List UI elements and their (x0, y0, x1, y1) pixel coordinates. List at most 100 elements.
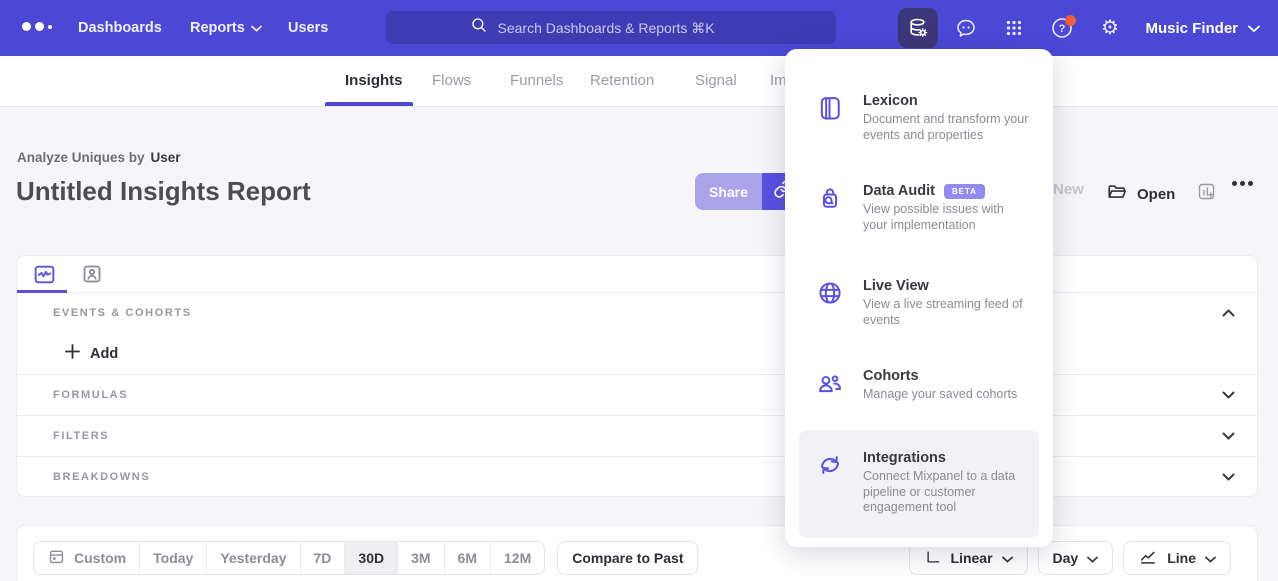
chart-type-selector[interactable]: Line (1123, 541, 1231, 575)
events-cohorts-section[interactable]: EVENTS & COHORTS (17, 293, 1257, 333)
folder-open-icon (1106, 181, 1128, 207)
range-6m[interactable]: 6M (445, 542, 491, 574)
range-custom-label: Custom (74, 550, 126, 566)
tab-retention[interactable]: Retention (590, 56, 654, 106)
add-event-button[interactable]: Add (17, 333, 1257, 374)
data-management-button[interactable] (898, 8, 938, 48)
compare-label: Compare to Past (572, 550, 683, 566)
project-selector[interactable]: Music Finder (1145, 0, 1260, 56)
live-view-description: View a live streaming feed of events (863, 297, 1029, 328)
range-12m-label: 12M (504, 550, 531, 566)
range-3m[interactable]: 3M (398, 542, 444, 574)
live-view-title: Live View (863, 278, 929, 294)
sync-icon (816, 451, 844, 516)
new-report-button[interactable]: New (1053, 181, 1084, 198)
open-label: Open (1137, 186, 1175, 203)
apps-grid-button[interactable] (994, 8, 1034, 48)
events-cohorts-label: EVENTS & COHORTS (53, 307, 192, 319)
ellipsis-icon (1232, 181, 1253, 186)
tab-insights[interactable]: Insights (345, 56, 403, 106)
compare-to-past-button[interactable]: Compare to Past (557, 541, 698, 575)
menu-item-cohorts[interactable]: Cohorts Manage your saved cohorts (799, 360, 1039, 411)
chart-type-label: Line (1167, 550, 1196, 566)
interval-label: Day (1053, 550, 1079, 566)
add-to-board-button[interactable] (1196, 181, 1217, 206)
lexicon-title: Lexicon (863, 93, 918, 109)
search-icon (470, 16, 488, 39)
chevron-down-icon (1205, 550, 1216, 566)
search-input[interactable] (498, 20, 753, 36)
subtitle-measure[interactable]: User (151, 150, 181, 165)
menu-item-integrations[interactable]: Integrations Connect Mixpanel to a data … (799, 430, 1039, 538)
active-tab-underline (325, 102, 413, 106)
nav-reports-label: Reports (190, 20, 245, 36)
global-search[interactable] (386, 11, 836, 44)
range-custom[interactable]: Custom (34, 542, 140, 574)
mixpanel-logo-icon[interactable] (22, 22, 52, 31)
feedback-button[interactable] (946, 8, 986, 48)
chevron-down-icon (251, 20, 262, 36)
chevron-down-icon[interactable] (1222, 468, 1235, 486)
filters-section[interactable]: FILTERS (17, 415, 1257, 456)
project-name-label: Music Finder (1145, 20, 1238, 37)
menu-item-live-view[interactable]: Live View View a live streaming feed of … (799, 270, 1039, 336)
menu-item-data-audit[interactable]: Data Audit BETA View possible issues wit… (799, 175, 1039, 241)
formulas-section[interactable]: FORMULAS (17, 374, 1257, 415)
breakdowns-section[interactable]: BREAKDOWNS (17, 456, 1257, 497)
interval-selector[interactable]: Day (1038, 541, 1114, 575)
subtitle-prefix: Analyze Uniques by (17, 150, 145, 165)
nav-dashboards-label: Dashboards (78, 20, 162, 36)
events-tab[interactable] (32, 262, 57, 287)
globe-icon (816, 279, 844, 328)
tab-funnels[interactable]: Funnels (510, 56, 563, 106)
nav-reports[interactable]: Reports (190, 0, 262, 56)
tab-flows[interactable]: Flows (432, 56, 471, 106)
range-yesterday[interactable]: Yesterday (207, 542, 300, 574)
chevron-down-icon[interactable] (1222, 427, 1235, 445)
nav-users-label: Users (288, 20, 328, 36)
integrations-title: Integrations (863, 450, 946, 466)
integrations-description: Connect Mixpanel to a data pipeline or c… (863, 469, 1029, 516)
share-label: Share (709, 184, 748, 200)
calendar-icon (47, 547, 66, 569)
plus-icon (65, 344, 80, 363)
active-icon-tab-underline (17, 290, 67, 293)
chevron-down-icon[interactable] (1222, 386, 1235, 404)
range-12m[interactable]: 12M (491, 542, 544, 574)
board-add-icon (1196, 181, 1217, 206)
nav-users[interactable]: Users (288, 0, 328, 56)
add-label: Add (90, 346, 118, 362)
nav-dashboards[interactable]: Dashboards (78, 0, 162, 56)
book-icon (816, 94, 844, 143)
lock-icon (816, 184, 844, 233)
menu-item-lexicon[interactable]: Lexicon Document and transform your even… (799, 85, 1039, 151)
tab-signal[interactable]: Signal (695, 56, 737, 106)
share-button[interactable]: Share (695, 173, 762, 210)
top-nav: Dashboards Reports Users ? ⚙ Music Finde… (0, 0, 1278, 56)
line-chart-icon (1138, 547, 1158, 570)
beta-badge: BETA (944, 184, 985, 199)
chart-toolbar-card: Custom Today Yesterday 7D 30D 3M 6M 12M … (16, 525, 1258, 581)
query-builder-card: EVENTS & COHORTS Add FORMULAS FILTERS BR… (16, 255, 1258, 497)
range-7d[interactable]: 7D (301, 542, 346, 574)
report-tabbar: Insights Flows Funnels Retention Signal … (0, 56, 1278, 107)
range-7d-label: 7D (314, 550, 332, 566)
settings-button[interactable]: ⚙ (1090, 8, 1130, 48)
range-6m-label: 6M (458, 550, 477, 566)
help-button[interactable]: ? (1042, 8, 1082, 48)
database-gear-icon (906, 16, 930, 40)
chat-bubble-icon (954, 16, 978, 40)
data-audit-title: Data Audit (863, 183, 935, 199)
more-options-button[interactable] (1232, 181, 1253, 186)
open-report-button[interactable]: Open (1106, 181, 1175, 207)
range-today[interactable]: Today (140, 542, 207, 574)
chevron-down-icon (1087, 550, 1098, 566)
range-30d[interactable]: 30D (345, 542, 398, 574)
profiles-tab[interactable] (79, 262, 104, 287)
filters-label: FILTERS (53, 430, 109, 442)
report-subtitle: Analyze Uniques by User (17, 150, 181, 165)
chevron-up-icon[interactable] (1222, 304, 1235, 322)
mixpanel-insights-page: Dashboards Reports Users ? ⚙ Music Finde… (0, 0, 1278, 581)
range-30d-label: 30D (358, 550, 384, 566)
report-title[interactable]: Untitled Insights Report (16, 176, 311, 207)
